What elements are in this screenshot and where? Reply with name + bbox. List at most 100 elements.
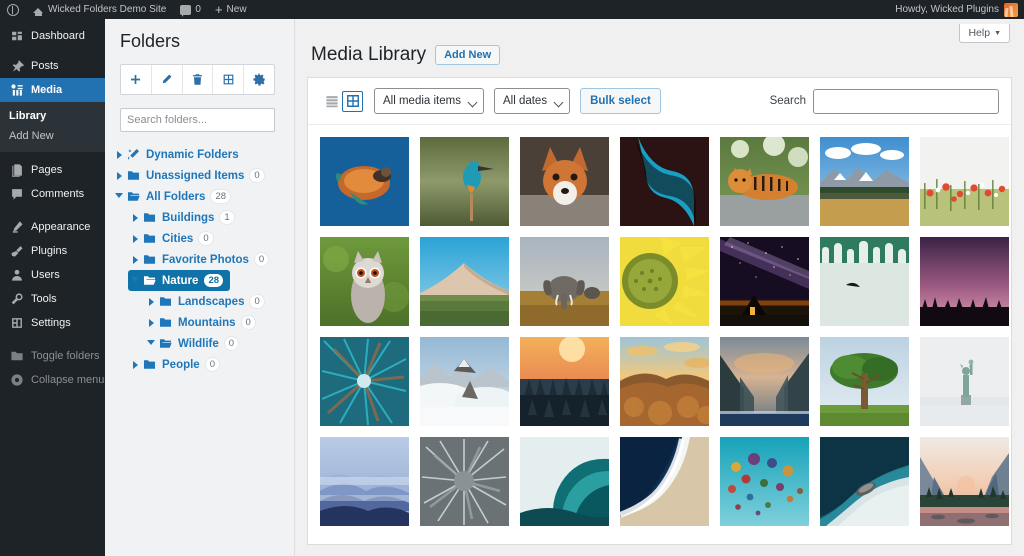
media-thumbnail[interactable]: [920, 137, 1009, 226]
sidebar-label: Media: [31, 84, 63, 96]
caret-right-icon[interactable]: [128, 234, 142, 243]
sidebar-label: Posts: [31, 60, 59, 72]
folder-open-icon: [126, 190, 141, 203]
date-filter[interactable]: All dates: [493, 88, 571, 114]
folder-tree-item[interactable]: Buildings 1: [128, 207, 234, 228]
caret-right-icon[interactable]: [128, 213, 142, 222]
list-view-button[interactable]: [321, 91, 342, 112]
caret-right-icon[interactable]: [144, 318, 158, 327]
sidebar-item-settings[interactable]: Settings: [0, 311, 105, 335]
media-thumbnail[interactable]: [520, 237, 609, 326]
caret-right-icon[interactable]: [128, 255, 142, 264]
media-thumbnail[interactable]: [420, 437, 509, 526]
media-thumbnail[interactable]: [820, 237, 909, 326]
media-thumbnail[interactable]: [720, 337, 809, 426]
folder-item-count: 0: [199, 232, 213, 245]
media-thumbnail[interactable]: [620, 137, 709, 226]
folder-tree-item[interactable]: Wildlife 0: [144, 333, 239, 354]
media-thumbnail[interactable]: [320, 237, 409, 326]
comments-count: 0: [195, 4, 201, 15]
sidebar-item-dashboard[interactable]: Dashboard: [0, 24, 105, 48]
caret-right-icon[interactable]: [128, 360, 142, 369]
media-thumbnail[interactable]: [620, 237, 709, 326]
trash-icon: [192, 74, 203, 85]
media-thumbnail[interactable]: [620, 437, 709, 526]
media-thumbnail[interactable]: [820, 137, 909, 226]
caret-down-icon[interactable]: [112, 191, 126, 202]
delete-folder-button[interactable]: [183, 65, 214, 94]
sidebar-item-posts[interactable]: Posts: [0, 54, 105, 78]
sidebar-item-collapse-menu[interactable]: Collapse menu: [0, 368, 105, 392]
media-thumbnail[interactable]: [420, 237, 509, 326]
sidebar-item-media[interactable]: Media: [0, 78, 112, 102]
sidebar-item-pages[interactable]: Pages: [0, 158, 105, 182]
new-content-menu[interactable]: + New: [208, 0, 254, 19]
media-thumbnail[interactable]: [420, 337, 509, 426]
media-thumbnail[interactable]: [920, 337, 1009, 426]
folder-tree-item[interactable]: Favorite Photos 0: [128, 249, 269, 270]
caret-down-icon[interactable]: [128, 275, 142, 286]
sidebar-label: Comments: [31, 188, 85, 200]
media-thumbnail[interactable]: [320, 137, 409, 226]
sidebar-item-users[interactable]: Users: [0, 263, 105, 287]
caret-right-icon[interactable]: [112, 171, 126, 180]
folder-tree-item[interactable]: Landscapes 0: [144, 291, 264, 312]
sidebar-item-media-library[interactable]: Library: [0, 106, 105, 126]
media-thumbnail[interactable]: [520, 337, 609, 426]
add-folder-button[interactable]: [121, 65, 152, 94]
sidebar-item-appearance[interactable]: Appearance: [0, 215, 105, 239]
media-thumbnail[interactable]: [920, 237, 1009, 326]
caret-down-icon[interactable]: [144, 338, 158, 349]
collapse-icon: [9, 373, 24, 388]
folder-tree-item[interactable]: People 0: [128, 354, 220, 375]
caret-right-icon[interactable]: [144, 297, 158, 306]
sidebar-item-toggle-folders[interactable]: Toggle folders: [0, 344, 105, 368]
folder-tree-item[interactable]: Nature 28: [128, 270, 231, 291]
folder-tree-item[interactable]: All Folders 28: [112, 186, 231, 207]
folder-settings-button[interactable]: [244, 65, 274, 94]
folder-tree-item[interactable]: Unassigned Items 0: [112, 165, 264, 186]
organize-button[interactable]: [213, 65, 245, 94]
folder-tree-item[interactable]: Cities 0: [128, 228, 213, 249]
add-new-media-button[interactable]: Add New: [435, 45, 501, 65]
media-thumbnail[interactable]: [820, 437, 909, 526]
media-thumbnail[interactable]: [420, 137, 509, 226]
media-thumbnail[interactable]: [320, 337, 409, 426]
media-type-filter[interactable]: All media items: [374, 88, 484, 114]
comments-bubble[interactable]: 0: [173, 0, 208, 19]
sidebar-label: Appearance: [31, 221, 91, 233]
media-thumbnail[interactable]: [620, 337, 709, 426]
bulk-select-button[interactable]: Bulk select: [580, 88, 661, 114]
media-thumbnail[interactable]: [720, 437, 809, 526]
folder-tree-item[interactable]: Dynamic Folders: [112, 144, 239, 165]
media-thumbnail[interactable]: [520, 137, 609, 226]
media-thumbnail[interactable]: [320, 437, 409, 526]
wordpress-logo-menu[interactable]: [0, 0, 26, 19]
help-tab-button[interactable]: Help ▼: [959, 24, 1010, 43]
media-thumbnail[interactable]: [820, 337, 909, 426]
media-thumbnail[interactable]: [520, 437, 609, 526]
media-thumbnail[interactable]: [720, 137, 809, 226]
folder-search-input[interactable]: [120, 108, 275, 132]
admin-bar: Wicked Folders Demo Site 0 + New Howdy, …: [0, 0, 1024, 19]
grid-view-button[interactable]: [342, 90, 363, 112]
sidebar-item-plugins[interactable]: Plugins: [0, 239, 105, 263]
site-name-menu[interactable]: Wicked Folders Demo Site: [26, 0, 173, 19]
sidebar-item-media-add-new[interactable]: Add New: [0, 126, 105, 146]
folder-icon: [9, 349, 24, 364]
search-input[interactable]: [813, 88, 999, 114]
media-thumbnail[interactable]: [920, 437, 1009, 526]
howdy-label[interactable]: Howdy, Wicked Plugins: [895, 4, 999, 15]
folder-label: Unassigned Items: [146, 169, 245, 182]
pencil-icon: [162, 74, 172, 84]
folder-tree-item[interactable]: Mountains 0: [144, 312, 255, 333]
edit-folder-button[interactable]: [152, 65, 183, 94]
media-thumbnail[interactable]: [720, 237, 809, 326]
folders-panel-title: Folders: [120, 31, 181, 51]
sidebar-item-tools[interactable]: Tools: [0, 287, 105, 311]
plugins-icon: [9, 244, 24, 259]
sidebar-item-comments[interactable]: Comments: [0, 182, 105, 206]
comments-icon: [9, 187, 24, 202]
sidebar-label: Users: [31, 269, 60, 281]
caret-right-icon[interactable]: [112, 150, 126, 159]
